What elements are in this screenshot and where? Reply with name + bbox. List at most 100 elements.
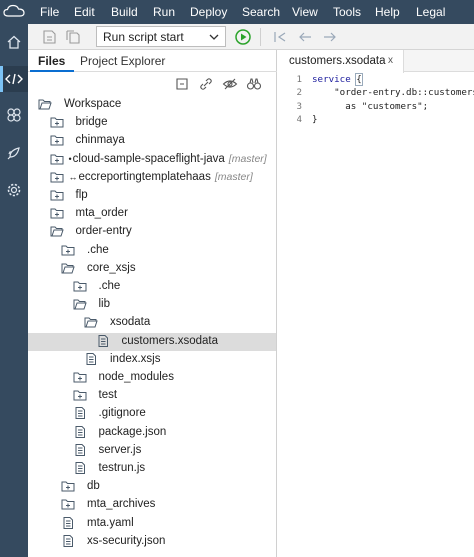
menu-build[interactable]: Build [111, 5, 138, 19]
tree-item[interactable]: bridge [28, 114, 276, 132]
settings-icon[interactable] [0, 177, 28, 203]
menu-tools[interactable]: Tools [333, 5, 361, 19]
folder-icon [73, 372, 86, 383]
tree-item[interactable]: mta.yaml [28, 515, 276, 533]
save-icon[interactable] [40, 28, 58, 46]
rocket-icon[interactable] [0, 140, 28, 166]
folder-open-icon [50, 226, 64, 237]
menu-edit[interactable]: Edit [74, 5, 95, 19]
git-status-marker: • [68, 153, 72, 164]
tree-item-name: chinmaya [75, 134, 125, 147]
tree-item[interactable]: db [28, 478, 276, 496]
menu-view[interactable]: View [292, 5, 318, 19]
tree-item-name: Workspace [64, 98, 122, 110]
panel-tabs: Files Project Explorer [28, 50, 277, 72]
tree-item-name: server.js [98, 443, 142, 456]
tree-item[interactable]: ↔eccreportingtemplatehaas [master] [28, 169, 276, 187]
line-number: 3 [296, 100, 302, 112]
hide-hidden-files-icon[interactable] [222, 76, 238, 92]
tree-item[interactable]: chinmaya [28, 132, 276, 150]
tree-item-name: mta_order [75, 207, 128, 220]
tree-item[interactable]: testrun.js [28, 460, 276, 478]
folder-icon [50, 135, 63, 146]
tree-item-name: mta_archives [87, 498, 156, 511]
toolbar: Run script start [28, 24, 474, 50]
menu-run[interactable]: Run [153, 5, 175, 19]
navigate-forward-icon[interactable] [321, 28, 339, 46]
editor-tab-bar: customers.xsodata x [278, 50, 474, 73]
tree-item[interactable]: server.js [28, 442, 276, 460]
close-tab-icon[interactable]: x [388, 55, 393, 66]
tree-item-label: server.js [99, 444, 142, 456]
tree-item[interactable]: index.xsjs [28, 351, 276, 369]
home-icon[interactable] [0, 29, 28, 55]
code-text: "order-entry.db::customers" [312, 87, 474, 98]
tree-item[interactable]: order-entry [28, 223, 276, 241]
tree-item-label: mta.yaml [87, 517, 134, 529]
file-icon [75, 443, 85, 456]
tree-item-name: flp [75, 189, 88, 201]
code-text: service { [312, 73, 363, 86]
save-all-icon[interactable] [64, 28, 82, 46]
collapse-all-icon[interactable] [174, 76, 190, 92]
git-branch-tag: [master] [228, 152, 267, 165]
tree-item[interactable]: Workspace [28, 96, 276, 114]
menu-deploy[interactable]: Deploy [190, 5, 227, 19]
tree-item-label: lib [99, 298, 111, 310]
navigate-back-icon[interactable] [296, 28, 314, 46]
code-line: 2 "order-entry.db::customers" [278, 87, 474, 100]
tree-item-label: xsodata [110, 316, 150, 328]
tab-project-explorer[interactable]: Project Explorer [80, 54, 165, 68]
tree-item-label: flp [76, 189, 88, 201]
editor-tab-customers-xsodata[interactable]: customers.xsodata x [278, 50, 404, 73]
toolbar-divider [260, 28, 261, 46]
tree-item-label: node_modules [99, 371, 174, 383]
tree-item-name: db [87, 480, 100, 493]
tab-files[interactable]: Files [38, 54, 65, 68]
tree-item[interactable]: test [28, 387, 276, 405]
run-configuration-select[interactable]: Run script start [96, 26, 226, 47]
tree-item-label: mta_order [76, 207, 128, 219]
folder-icon [73, 281, 86, 292]
tree-item[interactable]: xs-security.json [28, 533, 276, 551]
menu-file[interactable]: File [40, 5, 59, 19]
binoculars-icon[interactable] [246, 76, 262, 92]
tree-item[interactable]: .che [28, 278, 276, 296]
tree-item[interactable]: package.json [28, 424, 276, 442]
tree-item[interactable]: flp [28, 187, 276, 205]
menu-help[interactable]: Help [375, 5, 400, 19]
menu-legal[interactable]: Legal [416, 5, 445, 19]
chevron-down-icon [209, 34, 219, 40]
tree-item-label: chinmaya [76, 134, 125, 146]
tree-item-label: mta_archives [87, 498, 155, 510]
run-icon[interactable] [234, 28, 252, 46]
tree-item[interactable]: customers.xsodata [28, 332, 276, 351]
tree-item[interactable]: •cloud-sample-spaceflight-java [master] [28, 151, 276, 169]
code-content: { [355, 73, 363, 86]
tree-item[interactable]: .gitignore [28, 405, 276, 423]
git-status-marker: ↔ [68, 171, 78, 182]
tree-item[interactable]: node_modules [28, 369, 276, 387]
tree-item-name: testrun.js [98, 462, 146, 474]
modules-icon[interactable] [0, 102, 28, 128]
tree-item-label: package.json [99, 426, 167, 438]
go-to-last-edit-icon[interactable] [271, 28, 289, 46]
tree-item[interactable]: core_xsjs [28, 260, 276, 278]
code-editor-icon[interactable] [0, 66, 28, 92]
folder-icon [61, 481, 75, 492]
link-with-editor-icon[interactable] [198, 76, 214, 92]
tree-item-name: lib [98, 298, 111, 311]
tree-item-name: xsodata [110, 316, 151, 329]
code-line: 1 service { [278, 73, 474, 87]
line-number: 2 [296, 87, 302, 99]
tree-item[interactable]: lib [28, 296, 276, 314]
tree-item[interactable]: xsodata [28, 314, 276, 332]
menu-search[interactable]: Search [242, 5, 280, 19]
file-icon [63, 534, 73, 547]
tree-item[interactable]: mta_order [28, 205, 276, 223]
tree-item-label: testrun.js [99, 462, 146, 474]
tree-item-label: ↔eccreportingtemplatehaas [master] [69, 171, 253, 183]
tree-item[interactable]: .che [28, 242, 276, 260]
tree-item[interactable]: mta_archives [28, 496, 276, 514]
tree-item-label: •cloud-sample-spaceflight-java [master] [69, 153, 267, 165]
